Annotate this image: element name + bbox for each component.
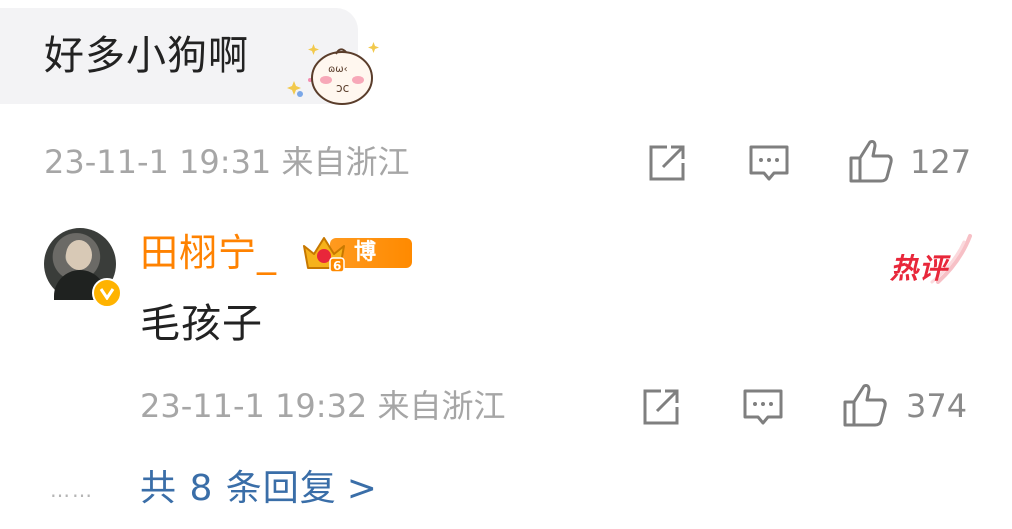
more-replies-label: 共 8 条回复 — [140, 468, 337, 509]
comment-button[interactable] — [746, 140, 792, 186]
like-button[interactable] — [846, 136, 896, 186]
svg-text:ɔc: ɔc — [336, 81, 349, 95]
hot-comment-label: 热评 — [890, 252, 949, 285]
reply-username[interactable]: 田栩宁_ — [140, 230, 277, 276]
comment-thread: 好多小狗啊 ɷω‹ ɔc 23-11-1 19:31 来自浙江 127 田栩宁_… — [0, 0, 1012, 529]
share-icon — [649, 145, 685, 181]
share-button[interactable] — [644, 140, 690, 186]
reply-like-count: 374 — [906, 387, 968, 425]
svg-text:ɷω‹: ɷω‹ — [328, 64, 348, 75]
reply-like-button[interactable] — [840, 380, 890, 430]
crown-icon: 6 — [303, 237, 345, 273]
thumbs-up-icon — [843, 384, 887, 427]
share-icon — [643, 389, 679, 425]
reply-comment-button[interactable] — [740, 384, 786, 430]
avatar[interactable] — [44, 228, 122, 308]
comment-icon — [749, 145, 789, 181]
reply-timestamp-location: 23-11-1 19:32 来自浙江 — [140, 387, 506, 425]
chevron-right-icon: > — [346, 468, 378, 509]
reply-text: 毛孩子 — [140, 301, 263, 347]
comment-text: 好多小狗啊 — [44, 33, 249, 79]
badge-level: 6 — [333, 259, 341, 273]
badge-label: 博主 — [354, 240, 378, 295]
kawaii-sticker-icon: ɷω‹ ɔc — [287, 42, 379, 105]
verified-v-icon — [92, 278, 122, 308]
reply-share-button[interactable] — [638, 384, 684, 430]
view-more-replies-link[interactable]: 共 8 条回复 > — [140, 466, 378, 512]
comment-icon — [743, 389, 783, 425]
thumbs-up-icon — [849, 140, 893, 183]
like-count: 127 — [910, 143, 972, 181]
comment-timestamp-location: 23-11-1 19:31 来自浙江 — [44, 143, 410, 181]
thread-dots: …… — [50, 478, 94, 502]
